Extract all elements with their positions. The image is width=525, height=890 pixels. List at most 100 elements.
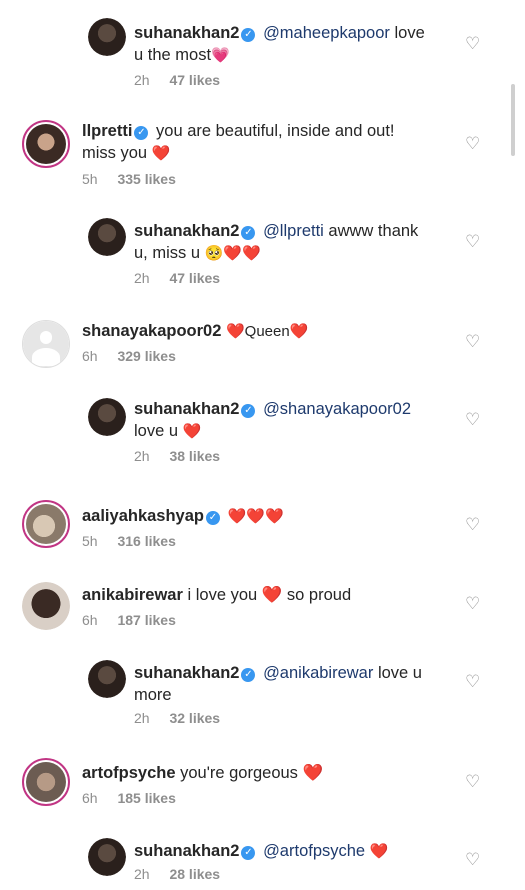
avatar[interactable]	[88, 398, 126, 436]
comment-text: suhanakhan2 ✓ @llpretti awww thank u, mis…	[134, 220, 444, 265]
comment-body: love u	[377, 664, 422, 682]
comment-meta: 2h 47 likes	[134, 72, 220, 88]
comment-body-line2: love u	[134, 422, 179, 440]
comment-likes[interactable]: 185 likes	[117, 790, 175, 806]
avatar[interactable]	[88, 660, 126, 698]
heart-outline-icon[interactable]: ♡	[465, 673, 481, 690]
comment-emoji: ❤️	[151, 145, 171, 162]
avatar[interactable]	[88, 218, 126, 256]
comment-body: ❤️Queen❤️	[226, 323, 309, 340]
comment-username[interactable]: shanayakapoor02	[82, 322, 221, 340]
verified-badge-icon: ✓	[206, 511, 220, 525]
comment-emoji: ❤️	[182, 423, 202, 440]
comment-mention[interactable]: @llpretti	[263, 222, 324, 240]
comment-meta: 2h 28 likes	[134, 866, 220, 882]
comment-meta: 6h 329 likes	[82, 348, 176, 364]
verified-badge-icon: ✓	[241, 226, 256, 240]
comment-likes[interactable]: 187 likes	[117, 612, 175, 628]
comment-meta: 6h 185 likes	[82, 790, 176, 806]
comment-likes[interactable]: 329 likes	[117, 348, 175, 364]
comment-meta: 5h 316 likes	[82, 533, 176, 549]
comment-username[interactable]: suhanakhan2	[134, 664, 239, 682]
comment-text: suhanakhan2 ✓ @maheepkapoor love u the mo…	[134, 22, 444, 67]
comment-text: suhanakhan2 ✓ @artofpsyche ❤️	[134, 840, 444, 863]
comment-likes[interactable]: 28 likes	[169, 866, 220, 882]
comment-meta: 6h 187 likes	[82, 612, 176, 628]
verified-badge-icon: ✓	[241, 28, 256, 42]
comment-meta: 2h 47 likes	[134, 270, 220, 286]
heart-outline-icon[interactable]: ♡	[465, 233, 481, 250]
heart-outline-icon[interactable]: ♡	[465, 595, 481, 612]
comment-mention[interactable]: @maheepkapoor	[263, 24, 390, 42]
comment-body: ❤️	[369, 843, 389, 860]
comment-body: ❤️❤️❤️	[227, 508, 284, 525]
comment-body-line2: miss you	[82, 144, 148, 162]
comment-username[interactable]: suhanakhan2	[134, 222, 239, 240]
comment-text: shanayakapoor02 ❤️Queen❤️	[82, 320, 462, 343]
scrollbar[interactable]	[511, 84, 515, 156]
comment-body: awww thank	[328, 222, 419, 240]
comment-time: 2h	[134, 270, 150, 286]
comment-time: 2h	[134, 866, 150, 882]
comment-likes[interactable]: 38 likes	[169, 448, 220, 464]
comment-username[interactable]: aaliyahkashyap	[82, 507, 204, 525]
comment-likes[interactable]: 316 likes	[117, 533, 175, 549]
comment-mention[interactable]: @shanayakapoor02	[263, 400, 411, 418]
verified-badge-icon: ✓	[241, 668, 256, 682]
comment-text: suhanakhan2 ✓ @anikabirewar love u more	[134, 662, 444, 706]
comment-mention[interactable]: @anikabirewar	[263, 664, 373, 682]
comment-likes[interactable]: 47 likes	[169, 270, 220, 286]
heart-outline-icon[interactable]: ♡	[465, 135, 481, 152]
comment-likes[interactable]: 47 likes	[169, 72, 220, 88]
comment-time: 5h	[82, 533, 98, 549]
heart-outline-icon[interactable]: ♡	[465, 333, 481, 350]
comment-emoji: 🥺❤️❤️	[204, 245, 261, 262]
comment-likes[interactable]: 335 likes	[117, 171, 175, 187]
comment-text: anikabirewar i love you ❤️ so proud	[82, 584, 462, 606]
avatar[interactable]	[88, 838, 126, 876]
comment-time: 5h	[82, 171, 98, 187]
comment-meta: 2h 38 likes	[134, 448, 220, 464]
comment-time: 2h	[134, 72, 150, 88]
comment-meta: 2h 32 likes	[134, 710, 220, 726]
comment-username[interactable]: anikabirewar	[82, 586, 183, 604]
comment-time: 2h	[134, 710, 150, 726]
comment-text: suhanakhan2 ✓ @shanayakapoor02 love u ❤️	[134, 398, 444, 443]
comment-likes[interactable]: 32 likes	[169, 710, 220, 726]
comment-username[interactable]: artofpsyche	[82, 764, 176, 782]
comment-body: love	[394, 24, 425, 42]
comment-username[interactable]: llpretti	[82, 122, 132, 140]
comment-body-line2: u, miss u	[134, 244, 201, 262]
comment-text: artofpsyche you're gorgeous ❤️	[82, 762, 462, 784]
avatar[interactable]	[22, 120, 70, 168]
comment-body: you're gorgeous ❤️	[180, 764, 324, 782]
comment-meta: 5h 335 likes	[82, 171, 176, 187]
comment-username[interactable]: suhanakhan2	[134, 24, 239, 42]
comment-body: you are beautiful, inside and out!	[156, 122, 395, 140]
comment-time: 6h	[82, 612, 98, 628]
avatar[interactable]	[22, 582, 70, 630]
heart-outline-icon[interactable]: ♡	[465, 411, 481, 428]
avatar[interactable]	[22, 320, 70, 368]
verified-badge-icon: ✓	[241, 846, 256, 860]
comment-username[interactable]: suhanakhan2	[134, 400, 239, 418]
comment-body-line2: more	[134, 686, 172, 704]
comment-time: 6h	[82, 348, 98, 364]
comment-time: 2h	[134, 448, 150, 464]
heart-outline-icon[interactable]: ♡	[465, 773, 481, 790]
avatar[interactable]	[88, 18, 126, 56]
heart-outline-icon[interactable]: ♡	[465, 516, 481, 533]
avatar[interactable]	[22, 758, 70, 806]
comment-body: i love you ❤️ so proud	[187, 586, 352, 604]
heart-outline-icon[interactable]: ♡	[465, 35, 481, 52]
avatar[interactable]	[22, 500, 70, 548]
comment-body-line2: u the most	[134, 46, 212, 64]
comment-time: 6h	[82, 790, 98, 806]
verified-badge-icon: ✓	[134, 126, 149, 140]
comment-mention[interactable]: @artofpsyche	[263, 842, 365, 860]
comment-emoji: 💗	[211, 47, 230, 64]
comment-text: aaliyahkashyap ✓ ❤️❤️❤️	[82, 505, 462, 528]
heart-outline-icon[interactable]: ♡	[465, 851, 481, 868]
comment-username[interactable]: suhanakhan2	[134, 842, 239, 860]
comment-text: llpretti ✓ you are beautiful, inside and …	[82, 120, 462, 165]
